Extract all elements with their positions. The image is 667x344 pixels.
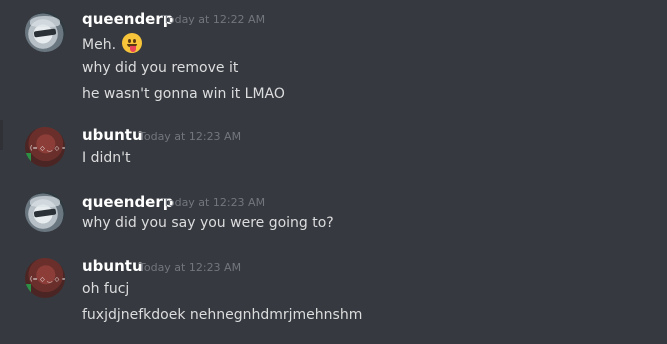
timestamp: Today at 12:23 AM <box>139 261 242 274</box>
message-line: fuxjdjnefkdoek nehnegnhdmrjmehnshm <box>82 307 363 323</box>
timestamp: Today at 12:23 AM <box>163 196 266 209</box>
username[interactable]: ubuntu <box>82 257 143 275</box>
username[interactable]: queenderp <box>82 193 174 211</box>
message-text: Meh. <box>82 33 143 54</box>
chat-message-list: queenderp Today at 12:22 AM Meh. why did… <box>0 0 667 344</box>
username[interactable]: queenderp <box>82 10 174 28</box>
tongue-out-emoji-icon <box>122 33 143 53</box>
timestamp: Today at 12:22 AM <box>163 13 266 26</box>
message-line: oh fucj <box>82 281 130 297</box>
message-line: why did you say you were going to? <box>82 215 334 231</box>
avatar[interactable]: (= ◇ ‿ ◇ =) <box>25 127 65 167</box>
avatar-face-text: (= ◇ ‿ ◇ =) <box>30 145 65 152</box>
avatar[interactable] <box>25 192 65 232</box>
message-line: I didn't <box>82 150 131 166</box>
username[interactable]: ubuntu <box>82 126 143 144</box>
avatar[interactable] <box>25 12 65 52</box>
avatar[interactable]: (= ◇ ‿ ◇ =) <box>25 258 65 298</box>
avatar-face-text: (= ◇ ‿ ◇ =) <box>30 276 65 283</box>
message-line: Meh. <box>82 37 117 53</box>
message-line: he wasn't gonna win it LMAO <box>82 86 285 102</box>
message-line: why did you remove it <box>82 60 239 76</box>
scroll-edge <box>0 120 3 150</box>
timestamp: Today at 12:23 AM <box>139 130 242 143</box>
